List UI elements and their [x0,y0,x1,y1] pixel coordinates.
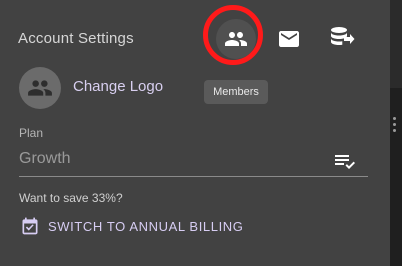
members-tooltip: Members [204,80,268,104]
members-button[interactable] [216,19,256,59]
change-logo-link[interactable]: Change Logo [73,78,163,95]
plan-select[interactable]: Growth [19,146,368,177]
panel-title: Account Settings [18,30,134,47]
plan-label: Plan [19,126,44,140]
plan-value: Growth [19,150,71,167]
calendar-check-icon [22,217,38,235]
more-vert-icon[interactable] [393,117,397,135]
logo-avatar[interactable] [19,67,61,109]
database-export-button[interactable] [322,17,362,57]
members-icon [225,32,247,46]
side-strip-band [390,88,402,266]
database-export-icon [331,27,355,45]
list-check-icon[interactable] [332,149,356,173]
save-prompt: Want to save 33%? [19,191,123,205]
account-settings-panel: Account Settings Members Change Logo Pla… [0,0,390,266]
mail-icon [279,31,299,47]
mail-button[interactable] [269,19,309,59]
switch-annual-billing-label: SWITCH TO ANNUAL BILLING [48,218,244,234]
group-icon [28,80,52,96]
switch-annual-billing-button[interactable]: SWITCH TO ANNUAL BILLING [20,214,243,238]
